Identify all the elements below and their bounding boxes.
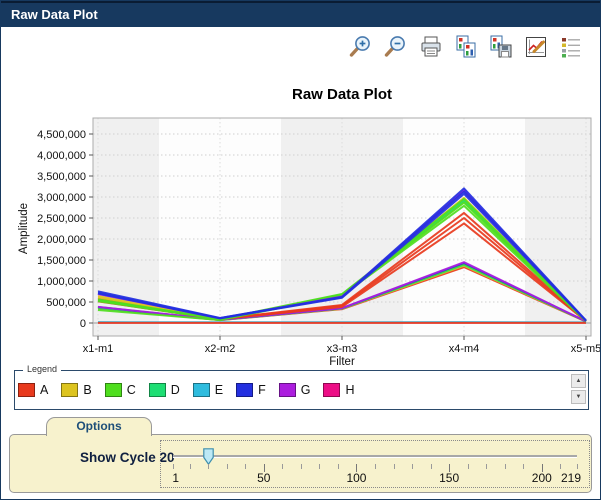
- slider-tick: [337, 464, 339, 469]
- slider-tick: [430, 464, 432, 469]
- print-icon: [421, 36, 441, 57]
- edit-chart-icon: [526, 37, 546, 57]
- slider-tick: [577, 464, 578, 469]
- slider-tick: [189, 464, 191, 469]
- y-tick-label: 1,500,000: [37, 255, 86, 267]
- x-tick-label: x3-m3: [327, 343, 358, 355]
- y-tick-label: 3,000,000: [37, 192, 86, 204]
- legend-swatch-A: [18, 383, 35, 397]
- legend-item-label: A: [40, 383, 49, 397]
- slider-thumb-icon: [202, 448, 214, 466]
- legend-item-C: C: [104, 383, 136, 397]
- legend-panel-label: Legend: [23, 364, 62, 374]
- print-button[interactable]: [418, 34, 444, 60]
- legend-swatch-F: [236, 383, 254, 397]
- x-axis-title: Filter: [329, 356, 355, 368]
- slider-tick-label: 1: [172, 471, 180, 485]
- legend-scroll-down-button[interactable]: ▼: [571, 390, 586, 404]
- slider-tick-labels: 1 50 100 150 200 219: [172, 471, 581, 486]
- x-tick-label: x5-m5: [571, 343, 601, 355]
- legend-item-A: A: [18, 383, 48, 397]
- y-tick-label: 2,000,000: [37, 234, 86, 246]
- slider-tick: [282, 464, 284, 469]
- legend-panel: Legend A B C D E F G H ▲ ▼: [14, 364, 589, 410]
- slider-tick: [412, 464, 414, 469]
- slider-tick-label: 200: [531, 471, 552, 485]
- legend-scroll-up-button[interactable]: ▲: [571, 374, 586, 388]
- slider-tick: [226, 464, 228, 469]
- slider-thumb[interactable]: [202, 448, 214, 466]
- slider-tick-label: 50: [257, 471, 271, 485]
- legend-item-label: C: [126, 383, 136, 397]
- y-tick-label: 0: [80, 318, 86, 330]
- legend-item-G: G: [278, 383, 311, 397]
- zoom-in-icon: [349, 36, 370, 57]
- legend-list-icon: [562, 38, 580, 58]
- copy-chart-icon: [456, 35, 476, 58]
- legend-swatch-G: [278, 383, 296, 397]
- legend-item-label: F: [258, 383, 266, 397]
- y-axis-title: Amplitude: [18, 203, 30, 254]
- slider-track[interactable]: [173, 455, 577, 458]
- cycle-slider: 1 50 100 150 200 219: [160, 440, 590, 488]
- y-tick-label: 1,000,000: [37, 276, 86, 288]
- slider-tick: [245, 464, 247, 469]
- x-tick-label: x1-m1: [83, 343, 114, 355]
- y-tick-label: 4,500,000: [37, 129, 86, 141]
- slider-tick: [173, 464, 174, 469]
- y-tick-label: 2,500,000: [37, 213, 86, 225]
- toggle-legend-button[interactable]: [558, 34, 584, 60]
- y-tick-label: 4,000,000: [37, 150, 86, 162]
- slider-tick: [504, 464, 506, 469]
- legend-item-label: G: [300, 383, 311, 397]
- legend-swatch-D: [148, 383, 166, 397]
- legend-item-label: D: [170, 383, 180, 397]
- slider-tick-label: 100: [346, 471, 367, 485]
- chart-title: Raw Data Plot: [291, 86, 393, 103]
- zoom-in-button[interactable]: [348, 34, 374, 60]
- slider-tick: [486, 464, 488, 469]
- tab-options[interactable]: Options: [46, 417, 152, 436]
- slider-tick: [560, 464, 562, 469]
- save-chart-icon: [490, 35, 512, 58]
- slider-tick-label: 150: [439, 471, 460, 485]
- slider-tick-label: 219: [560, 471, 582, 485]
- y-tick-label: 3,500,000: [37, 171, 86, 183]
- slider-tick: [319, 464, 321, 469]
- legend-swatch-B: [61, 383, 79, 397]
- legend-item-label: B: [83, 383, 92, 397]
- slider-tick: [523, 464, 525, 469]
- slider-tick: [300, 464, 302, 469]
- raw-data-chart[interactable]: 0 500,000 1,000,000 1,500,000 2,000,000 2,500…: [1, 111, 601, 369]
- edit-chart-button[interactable]: [523, 34, 549, 60]
- legend-item-H: H: [323, 383, 355, 397]
- zoom-out-button[interactable]: [383, 34, 409, 60]
- legend-item-label: E: [214, 383, 224, 397]
- legend-swatch-H: [323, 383, 341, 397]
- legend-item-B: B: [61, 383, 92, 397]
- legend-swatch-C: [104, 383, 122, 397]
- legend-item-F: F: [236, 383, 266, 397]
- y-tick-label: 500,000: [46, 297, 86, 309]
- window-titlebar: Raw Data Plot: [1, 1, 600, 27]
- slider-tick: [208, 464, 210, 469]
- legend-item-label: H: [345, 383, 355, 397]
- options-panel: Show Cycle 20 1 50 100 150 200 219: [9, 434, 592, 493]
- legend-swatch-E: [192, 383, 210, 397]
- x-tick-label: x2-m2: [205, 343, 236, 355]
- legend-item-D: D: [148, 383, 180, 397]
- legend-item-E: E: [192, 383, 224, 397]
- legend-items: A B C D E F G H: [15, 371, 588, 409]
- window-title: Raw Data Plot: [11, 7, 98, 22]
- slider-tick: [393, 464, 395, 469]
- raw-data-plot-window: Raw Data Plot Raw Data Plot 0 500,000 1,…: [0, 0, 601, 500]
- x-tick-label: x4-m4: [449, 343, 480, 355]
- copy-chart-button[interactable]: [453, 34, 479, 60]
- zoom-out-icon: [384, 36, 405, 57]
- save-chart-button[interactable]: [488, 34, 514, 60]
- legend-scrollbar: ▲ ▼: [571, 374, 586, 404]
- slider-tick: [375, 464, 376, 469]
- slider-tick: [467, 464, 469, 469]
- toolbar: [348, 34, 584, 60]
